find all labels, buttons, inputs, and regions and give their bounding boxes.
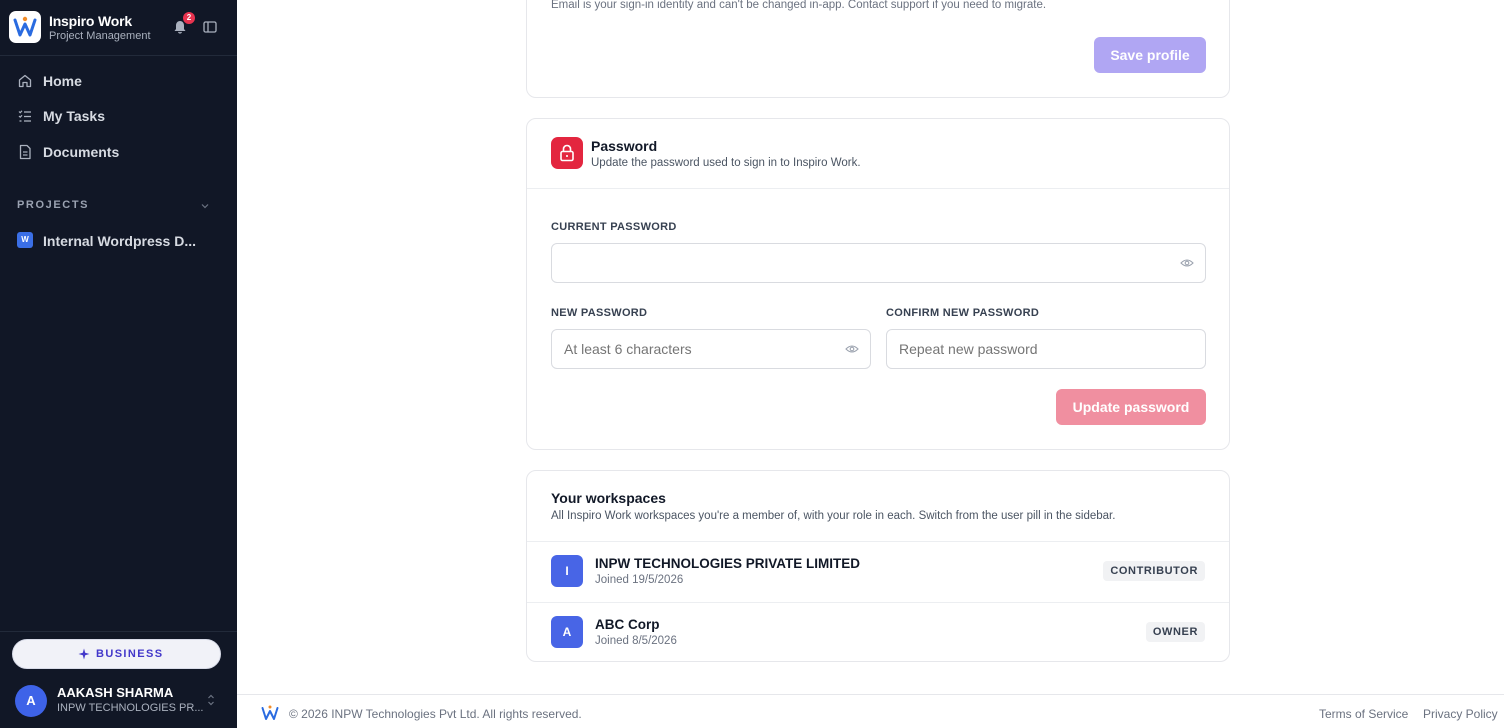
sidebar: Inspiro Work Project Management 2 Home M…	[0, 0, 237, 728]
workspaces-title: Your workspaces	[551, 490, 666, 506]
workspace-name: ABC Corp	[595, 617, 660, 632]
app-logo[interactable]	[9, 11, 41, 43]
update-password-button[interactable]: Update password	[1056, 389, 1206, 425]
email-note: Email is your sign-in identity and can't…	[551, 0, 1047, 11]
divider	[527, 188, 1229, 189]
workspaces-subtitle: All Inspiro Work workspaces you're a mem…	[551, 510, 1116, 522]
workspace-avatar: I	[551, 555, 583, 587]
divider	[527, 541, 1229, 542]
workspaces-card: Your workspaces All Inspiro Work workspa…	[526, 470, 1230, 662]
nav-item-documents[interactable]: Documents	[0, 137, 237, 167]
terms-link[interactable]: Terms of Service	[1319, 707, 1408, 721]
logo-icon	[13, 16, 37, 37]
divider	[527, 602, 1229, 603]
confirm-password-label: CONFIRM NEW PASSWORD	[886, 307, 1040, 319]
nav-item-my-tasks[interactable]: My Tasks	[0, 101, 237, 131]
role-badge: CONTRIBUTOR	[1103, 561, 1205, 581]
main-content: Email is your sign-in identity and can't…	[237, 0, 1504, 728]
confirm-password-input[interactable]	[886, 329, 1206, 369]
business-plan-label: BUSINESS	[96, 648, 164, 660]
project-item[interactable]: W Internal Wordpress D...	[0, 228, 237, 254]
project-label: Internal Wordpress D...	[43, 233, 196, 249]
workspace-avatar: A	[551, 616, 583, 648]
user-org: INPW TECHNOLOGIES PR...	[57, 702, 204, 714]
sparkle-icon	[78, 648, 90, 660]
brand-header: Inspiro Work Project Management 2	[0, 0, 237, 56]
workspace-joined: Joined 19/5/2026	[595, 574, 684, 586]
project-badge: W	[17, 232, 33, 248]
current-password-input[interactable]	[551, 243, 1206, 283]
projects-heading: PROJECTS	[17, 199, 90, 211]
chevron-down-icon[interactable]	[200, 202, 210, 210]
nav-item-label: Documents	[43, 144, 120, 160]
eye-icon[interactable]	[845, 344, 859, 354]
privacy-link[interactable]: Privacy Policy	[1423, 707, 1498, 721]
user-name[interactable]: AAKASH SHARMA	[57, 685, 173, 700]
logo-icon	[261, 705, 279, 720]
workspace-joined: Joined 8/5/2026	[595, 635, 677, 647]
new-password-input[interactable]	[551, 329, 871, 369]
page-footer: © 2026 INPW Technologies Pvt Ltd. All ri…	[237, 694, 1504, 728]
new-password-label: NEW PASSWORD	[551, 307, 648, 319]
app-title: Inspiro Work	[49, 13, 132, 29]
lock-icon	[560, 144, 574, 162]
nav-item-home[interactable]: Home	[0, 66, 237, 96]
current-password-label: CURRENT PASSWORD	[551, 221, 677, 233]
sidebar-footer: BUSINESS A AAKASH SHARMA INPW TECHNOLOGI…	[0, 631, 237, 728]
sidebar-toggle-icon[interactable]	[203, 20, 217, 34]
workspace-name: INPW TECHNOLOGIES PRIVATE LIMITED	[595, 556, 861, 571]
eye-icon[interactable]	[1180, 258, 1194, 268]
profile-card: Email is your sign-in identity and can't…	[526, 0, 1230, 98]
copyright-text: © 2026 INPW Technologies Pvt Ltd. All ri…	[289, 707, 582, 721]
home-icon	[18, 74, 32, 88]
password-section-icon	[551, 137, 583, 169]
nav-item-label: My Tasks	[43, 108, 105, 124]
avatar[interactable]: A	[15, 685, 47, 717]
password-title: Password	[591, 138, 658, 154]
nav-item-label: Home	[43, 73, 82, 89]
save-profile-button[interactable]: Save profile	[1094, 37, 1206, 73]
document-icon	[19, 144, 31, 160]
tasks-icon	[18, 110, 31, 122]
password-card: Password Update the password used to sig…	[526, 118, 1230, 450]
notification-badge: 2	[183, 12, 195, 24]
app-subtitle: Project Management	[49, 30, 151, 42]
role-badge: OWNER	[1145, 622, 1205, 642]
chevron-updown-icon[interactable]	[206, 693, 216, 707]
business-plan-button[interactable]: BUSINESS	[12, 639, 221, 669]
password-subtitle: Update the password used to sign in to I…	[591, 157, 861, 169]
